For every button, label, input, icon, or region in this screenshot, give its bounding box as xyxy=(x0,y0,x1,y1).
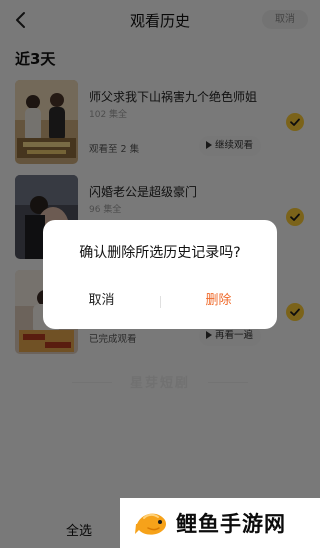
dialog-delete-button[interactable]: 删除 xyxy=(160,286,277,316)
fish-logo-icon xyxy=(134,506,170,540)
confirm-delete-dialog: 确认删除所选历史记录吗? 取消 删除 xyxy=(43,220,277,329)
dialog-message: 确认删除所选历史记录吗? xyxy=(79,245,241,261)
dialog-cancel-button[interactable]: 取消 xyxy=(43,286,160,316)
site-watermark-badge: 鲤鱼手游网 xyxy=(120,498,320,548)
brand-text: 鲤鱼手游网 xyxy=(176,512,286,536)
